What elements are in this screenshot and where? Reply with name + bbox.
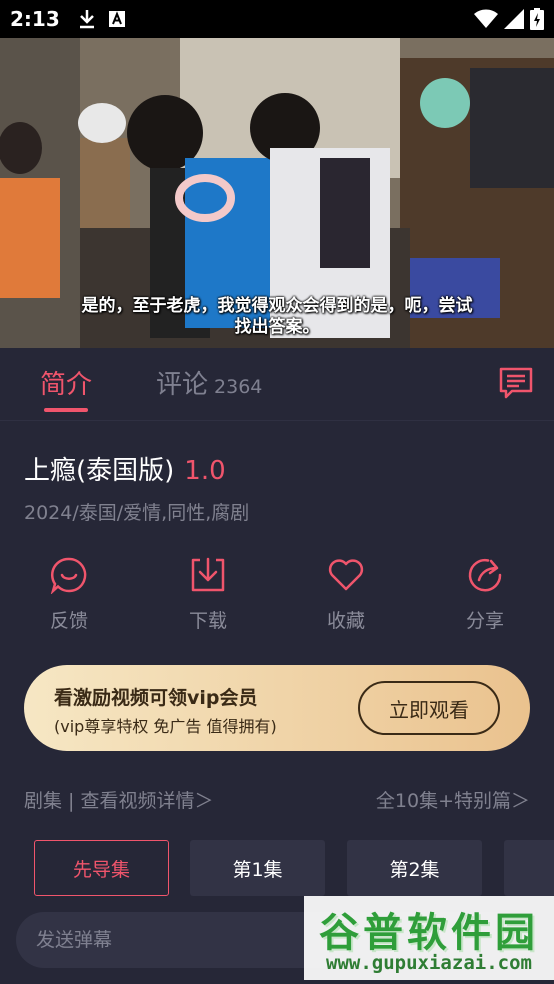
favorite-label: 收藏 xyxy=(326,610,365,632)
watch-now-button[interactable]: 立即观看 xyxy=(358,681,500,735)
feedback-button[interactable]: 反馈 xyxy=(19,556,119,633)
action-row: 反馈 下载 收藏 分享 xyxy=(0,556,554,636)
share-label: 分享 xyxy=(465,610,504,632)
download-label: 下载 xyxy=(188,610,227,632)
vip-banner[interactable]: 看激励视频可领vip会员 (vip尊享特权 免广告 值得拥有) 立即观看 xyxy=(24,665,530,751)
battery-icon xyxy=(530,8,544,30)
download-icon xyxy=(191,557,225,592)
episodes-details-link[interactable]: 剧集 | 查看视频详情＞ xyxy=(24,790,213,812)
font-notification-icon xyxy=(108,11,125,27)
danmaku-toggle-button[interactable] xyxy=(498,366,534,404)
favorite-button[interactable]: 收藏 xyxy=(296,556,396,633)
episode-list: 先导集 第1集 第2集 xyxy=(34,840,554,896)
feedback-label: 反馈 xyxy=(49,610,88,632)
show-score: 1.0 xyxy=(184,456,226,486)
vip-banner-title: 看激励视频可领vip会员 xyxy=(54,687,258,709)
tab-divider xyxy=(0,420,554,421)
status-time: 2:13 xyxy=(10,7,60,31)
show-meta: 2024/泰国/爱情,同性,腐剧 xyxy=(24,502,250,524)
status-bar: 2:13 xyxy=(0,0,554,38)
vip-banner-subtitle: (vip尊享特权 免广告 值得拥有) xyxy=(54,717,277,736)
watermark-url: www.gupuxiazai.com xyxy=(326,952,532,974)
share-button[interactable]: 分享 xyxy=(435,556,535,633)
feedback-icon xyxy=(50,557,87,594)
danmaku-icon xyxy=(499,367,533,399)
episode-item-pilot[interactable]: 先导集 xyxy=(34,840,169,896)
download-button[interactable]: 下载 xyxy=(158,556,258,633)
show-title: 上瘾(泰国版) xyxy=(24,456,175,486)
tab-intro[interactable]: 简介 xyxy=(40,364,92,401)
share-icon xyxy=(468,558,502,592)
subtitle-line-1: 是的，至于老虎，我觉得观众会得到的是，呃，尝试 xyxy=(81,296,473,316)
wifi-icon xyxy=(474,9,498,28)
download-notification-icon xyxy=(79,10,94,29)
watermark: 谷普软件园 www.gupuxiazai.com xyxy=(304,896,554,980)
all-episodes-link[interactable]: 全10集+特别篇＞ xyxy=(376,786,530,813)
comments-count: 2364 xyxy=(214,376,263,398)
tab-comments-label: 评论 xyxy=(156,370,209,400)
signal-icon xyxy=(504,9,524,29)
episode-item-1[interactable]: 第1集 xyxy=(190,840,325,896)
tab-comments[interactable]: 评论 2364 xyxy=(156,364,262,401)
video-subtitle: 是的，至于老虎，我觉得观众会得到的是，呃，尝试 找出答案。 xyxy=(0,296,554,338)
subtitle-line-2: 找出答案。 xyxy=(234,317,320,337)
tab-bar: 简介 评论 2364 xyxy=(0,348,554,420)
episode-item-2[interactable]: 第2集 xyxy=(347,840,482,896)
heart-icon xyxy=(328,559,364,591)
episode-item-partial[interactable] xyxy=(504,840,554,896)
episodes-header: 剧集 | 查看视频详情＞ 全10集+特别篇＞ xyxy=(24,786,530,812)
show-title-row: 上瘾(泰国版) 1.0 xyxy=(24,450,226,487)
active-tab-indicator xyxy=(44,408,88,412)
video-player[interactable]: 是的，至于老虎，我觉得观众会得到的是，呃，尝试 找出答案。 xyxy=(0,38,554,348)
watermark-title: 谷普软件园 xyxy=(319,910,539,956)
